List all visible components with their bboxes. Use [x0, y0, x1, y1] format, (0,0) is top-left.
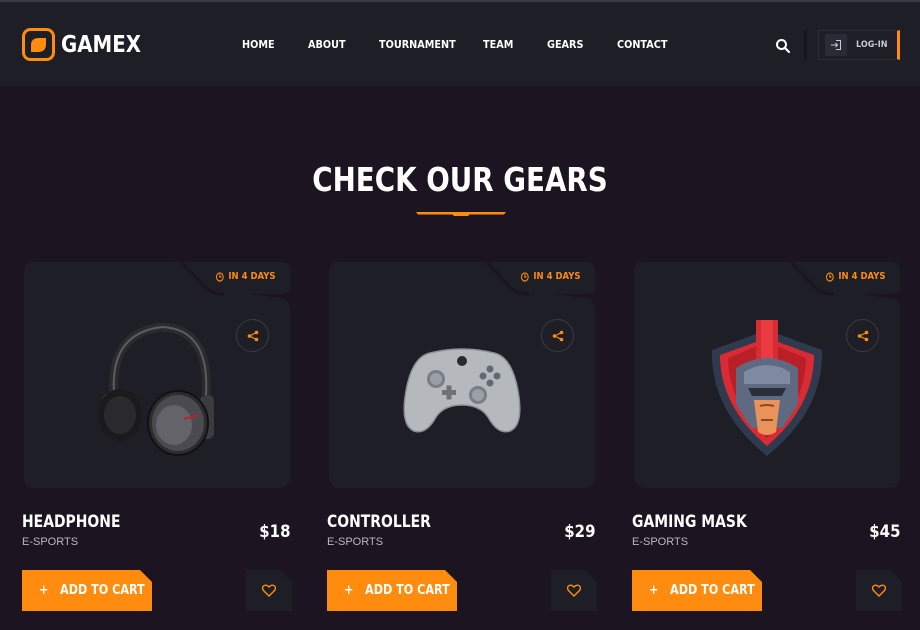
delivery-badge: IN 4 DAYS — [216, 271, 276, 282]
header-divider — [804, 30, 807, 60]
site-header: GAMEX HOME ABOUT TOURNAMENT TEAM GEARS C… — [0, 2, 920, 86]
add-to-cart-label: + ADD TO CART — [344, 583, 450, 598]
product-card: IN 4 DAYS HEADPHONE E-SPORTS $18 + ADD T… — [22, 262, 292, 612]
headphones-image — [98, 322, 214, 456]
share-icon — [857, 330, 868, 341]
wishlist-button[interactable] — [856, 570, 902, 611]
share-icon — [247, 330, 258, 341]
badge-label: IN 4 DAYS — [533, 271, 581, 282]
product-card: IN 4 DAYS CONTROLLER E-SPORTS $29 + ADD … — [327, 262, 597, 612]
share-icon — [552, 330, 563, 341]
product-category: E-SPORTS — [632, 536, 689, 548]
search-icon[interactable] — [775, 38, 791, 54]
share-button[interactable] — [846, 319, 879, 352]
product-name[interactable]: GAMING MASK — [632, 512, 747, 532]
section-title: CHECK OUR GEARS — [312, 160, 608, 199]
heart-icon — [872, 584, 886, 597]
product-name[interactable]: CONTROLLER — [327, 512, 431, 532]
nav-home[interactable]: HOME — [242, 38, 275, 51]
product-category: E-SPORTS — [22, 536, 79, 548]
nav-team[interactable]: TEAM — [483, 38, 513, 51]
spartan-mask-image — [711, 320, 823, 456]
nav-about[interactable]: ABOUT — [308, 38, 346, 51]
nav-gears[interactable]: GEARS — [547, 38, 583, 51]
wishlist-button[interactable] — [551, 570, 597, 611]
product-card: IN 4 DAYS GAMING MASK E-SPORTS $45 + ADD… — [632, 262, 902, 612]
delivery-badge: IN 4 DAYS — [521, 271, 581, 282]
wishlist-button[interactable] — [246, 570, 292, 611]
login-label: LOG-IN — [856, 40, 888, 50]
nav-contact[interactable]: CONTACT — [617, 38, 667, 51]
clock-icon — [521, 271, 530, 282]
badge-label: IN 4 DAYS — [228, 271, 276, 282]
product-name[interactable]: HEADPHONE — [22, 512, 120, 532]
delivery-badge: IN 4 DAYS — [826, 271, 886, 282]
game-controller-image — [403, 348, 521, 433]
add-to-cart-label: + ADD TO CART — [39, 583, 145, 598]
login-button[interactable]: LOG-IN — [818, 30, 900, 60]
add-to-cart-label: + ADD TO CART — [649, 583, 755, 598]
add-to-cart-button[interactable]: + ADD TO CART — [22, 570, 152, 611]
badge-label: IN 4 DAYS — [838, 271, 886, 282]
product-price: $45 — [868, 522, 900, 542]
clock-icon — [826, 271, 835, 282]
title-underline — [416, 212, 506, 216]
add-to-cart-button[interactable]: + ADD TO CART — [327, 570, 457, 611]
nav-tournament[interactable]: TOURNAMENT — [379, 38, 456, 51]
heart-icon — [262, 584, 276, 597]
product-price: $29 — [563, 522, 595, 542]
login-icon — [825, 34, 847, 56]
product-price: $18 — [258, 522, 290, 542]
share-button[interactable] — [236, 319, 269, 352]
heart-icon — [567, 584, 581, 597]
product-category: E-SPORTS — [327, 536, 384, 548]
add-to-cart-button[interactable]: + ADD TO CART — [632, 570, 762, 611]
clock-icon — [216, 271, 225, 282]
share-button[interactable] — [541, 319, 574, 352]
